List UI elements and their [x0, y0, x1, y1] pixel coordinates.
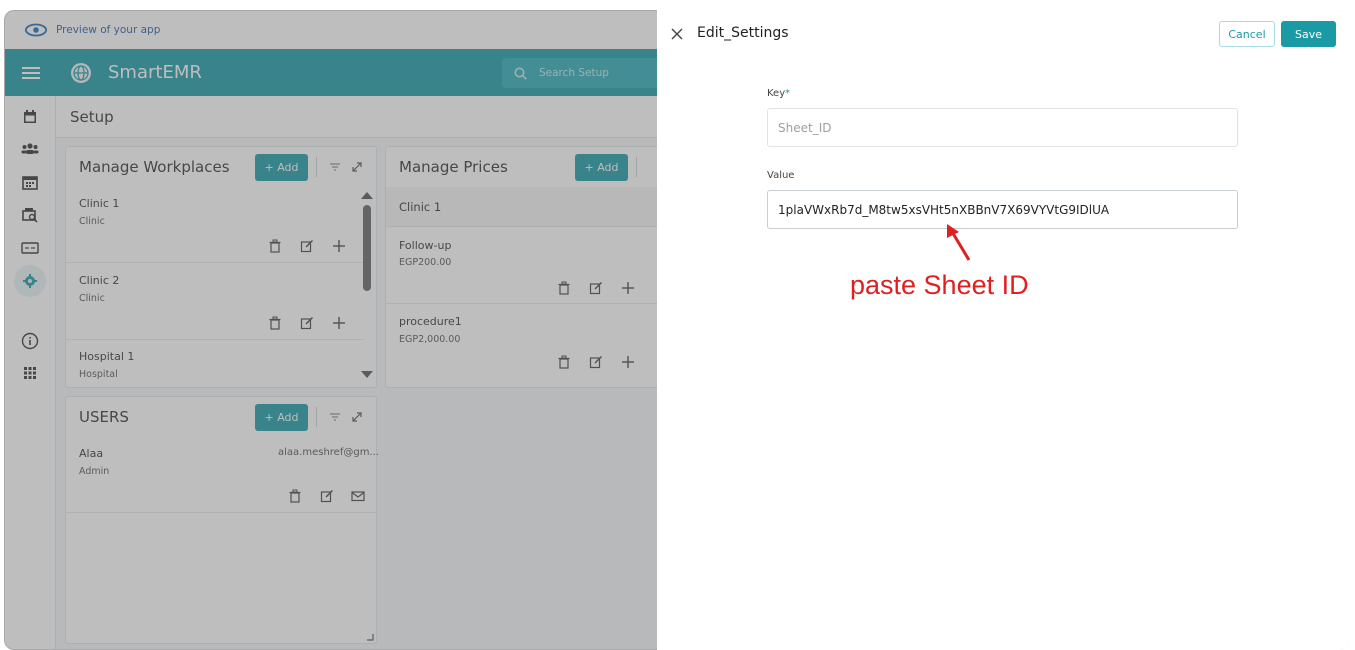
price-group-header[interactable]: Clinic 1 — [386, 187, 666, 227]
divider — [316, 157, 317, 177]
vertical-scrollbar[interactable] — [360, 191, 374, 381]
trash-icon[interactable] — [268, 316, 282, 330]
billing-search-icon[interactable] — [21, 206, 39, 224]
workplaces-card: Manage Workplaces + Add Clinic 1 Clinic … — [65, 146, 377, 388]
cancel-button[interactable]: Cancel — [1219, 21, 1275, 47]
app-brand: SmartEMR — [108, 62, 202, 83]
edit-icon[interactable] — [300, 239, 314, 253]
mail-icon[interactable] — [351, 489, 365, 503]
price-item-name[interactable]: Follow-up — [399, 239, 451, 252]
plus-icon[interactable] — [332, 239, 346, 253]
user-name[interactable]: Alaa — [79, 447, 103, 460]
resize-handle-icon[interactable] — [366, 633, 374, 641]
price-item-name[interactable]: procedure1 — [399, 315, 462, 328]
workplace-name[interactable]: Clinic 2 — [79, 274, 119, 287]
workplace-name[interactable]: Hospital 1 — [79, 350, 134, 363]
key-label: Key* — [767, 88, 790, 99]
prices-title: Manage Prices — [399, 158, 508, 176]
preview-label: Preview of your app — [56, 24, 161, 36]
add-user-button[interactable]: + Add — [255, 404, 308, 431]
expand-icon[interactable] — [351, 411, 363, 423]
plus-icon[interactable] — [621, 281, 635, 295]
trash-icon[interactable] — [557, 281, 571, 295]
edit-icon[interactable] — [300, 316, 314, 330]
edit-icon[interactable] — [320, 489, 334, 503]
patients-icon[interactable] — [21, 140, 39, 158]
panel-title: Edit_Settings — [697, 25, 789, 41]
row-divider — [66, 512, 378, 513]
value-field-value: 1plaVWxRb7d_M8tw5xsVHt5nXBBnV7X69VYVtG9I… — [778, 202, 1110, 217]
calendar-icon[interactable] — [21, 108, 39, 126]
add-workplace-button[interactable]: + Add — [255, 154, 308, 181]
row-divider — [66, 262, 364, 263]
sidebar — [5, 96, 56, 649]
annotation-arrow-icon — [947, 224, 971, 261]
eye-icon — [25, 23, 47, 37]
plus-icon[interactable] — [332, 316, 346, 330]
user-email: alaa.meshref@gm... — [278, 447, 379, 458]
close-icon[interactable] — [671, 28, 683, 40]
value-field[interactable]: 1plaVWxRb7d_M8tw5xsVHt5nXBBnV7X69VYVtG9I… — [767, 190, 1238, 229]
payment-card-icon[interactable] — [21, 239, 39, 257]
edit-icon[interactable] — [589, 281, 603, 295]
key-field-value: Sheet_ID — [778, 120, 832, 135]
workplace-name[interactable]: Clinic 1 — [79, 197, 119, 210]
divider — [636, 157, 637, 177]
trash-icon[interactable] — [268, 239, 282, 253]
search-placeholder: Search Setup — [539, 67, 609, 79]
user-role: Admin — [79, 466, 110, 477]
required-mark: * — [785, 88, 791, 99]
search-icon — [514, 67, 527, 80]
apps-grid-icon[interactable] — [21, 364, 39, 382]
hamburger-menu-icon[interactable] — [22, 66, 40, 80]
schedule-icon[interactable] — [21, 173, 39, 191]
workplace-type: Hospital — [79, 369, 118, 380]
row-divider — [66, 339, 364, 340]
annotation-text: paste Sheet ID — [850, 270, 1029, 300]
settings-gear-icon[interactable] — [14, 265, 46, 297]
page-title: Setup — [70, 108, 114, 126]
price-group-name: Clinic 1 — [399, 200, 442, 214]
price-item-amount: EGP2,000.00 — [399, 334, 461, 345]
divider — [316, 407, 317, 427]
search-input[interactable]: Search Setup — [502, 58, 672, 88]
users-title: USERS — [79, 408, 129, 426]
row-divider — [386, 303, 666, 304]
price-item-amount: EGP200.00 — [399, 257, 452, 268]
key-field[interactable]: Sheet_ID — [767, 108, 1238, 147]
value-label: Value — [767, 170, 795, 181]
expand-icon[interactable] — [351, 161, 363, 173]
info-icon[interactable] — [21, 332, 39, 350]
prices-card: Manage Prices + Add Clinic 1 Follow-up E… — [385, 146, 666, 388]
trash-icon[interactable] — [288, 489, 302, 503]
globe-logo-icon — [71, 62, 91, 83]
filter-icon[interactable] — [329, 411, 341, 423]
plus-icon[interactable] — [621, 355, 635, 369]
add-price-button[interactable]: + Add — [575, 154, 628, 181]
edit-icon[interactable] — [589, 355, 603, 369]
edit-settings-panel: Edit_Settings Cancel Save Key* Sheet_ID … — [657, 10, 1349, 650]
workplace-type: Clinic — [79, 293, 105, 304]
workplace-type: Clinic — [79, 216, 105, 227]
users-card: USERS + Add Alaa alaa.meshref@gm... Admi… — [65, 396, 379, 644]
trash-icon[interactable] — [557, 355, 571, 369]
filter-icon[interactable] — [329, 161, 341, 173]
save-button[interactable]: Save — [1281, 21, 1336, 47]
key-label-text: Key — [767, 88, 786, 99]
workplaces-title: Manage Workplaces — [79, 158, 230, 176]
